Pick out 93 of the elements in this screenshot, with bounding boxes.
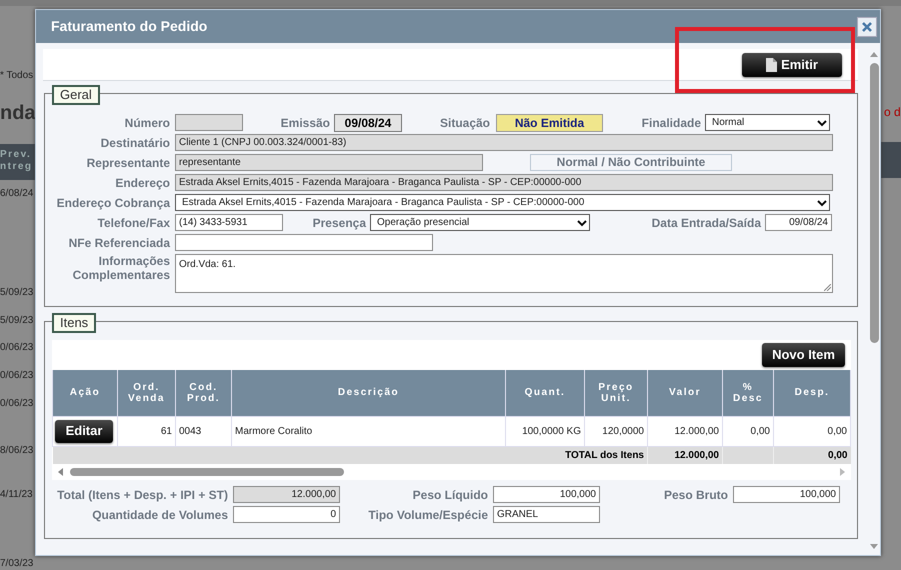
field-label: Endereço Cobrança: [56, 194, 170, 212]
total-cell: 0,00: [774, 446, 850, 464]
table-cell: 120,0000: [584, 416, 648, 446]
date-text: 5/09/23: [0, 314, 34, 328]
field-label: Peso Líquido: [412, 486, 488, 504]
text-area[interactable]: Ord.Vda: 61.: [175, 254, 833, 293]
select-field[interactable]: Normal: [705, 114, 830, 131]
field-label: Destinatário: [100, 134, 170, 152]
field-label: Presença: [312, 214, 366, 232]
input-field[interactable]: 0: [233, 506, 340, 523]
scroll-left-icon: [58, 468, 63, 476]
scrollbar-thumb[interactable]: [70, 468, 344, 476]
chevron-down-icon: [817, 198, 827, 206]
scrollbar-thumb[interactable]: [870, 63, 878, 343]
page-heading: nda: [0, 102, 36, 124]
close-button[interactable]: [857, 16, 877, 36]
field-label: Quantidade de Volumes: [92, 506, 228, 524]
input-field[interactable]: 09/08/24: [765, 214, 832, 231]
column-header: Quant.: [524, 387, 566, 398]
table-cell: 0,00: [774, 416, 850, 446]
field-label: NFe Referenciada: [68, 234, 170, 252]
input-field[interactable]: (14) 3433-5931: [175, 214, 283, 231]
input-field[interactable]: [175, 114, 243, 131]
date-value: 09/08/24: [334, 114, 402, 132]
column-header: Valor: [669, 387, 701, 398]
total-label: TOTAL dos Itens: [52, 446, 648, 464]
input-field[interactable]: Estrada Aksel Ernits,4015 - Fazenda Marajoara - Braganca Paulista - SP - CEP:00000-000: [175, 174, 833, 191]
field-label: Telefone/Fax: [98, 214, 170, 232]
date-text: 6/08/24: [0, 187, 34, 201]
date-text: 4/11/23: [0, 488, 33, 502]
column-header: Desp.: [794, 387, 830, 398]
table-cell: 0,00: [722, 416, 774, 446]
header-bar: [880, 142, 901, 178]
field-label: Número: [124, 114, 170, 132]
header-text: Prev.: [0, 149, 32, 161]
table-cell: Marmore Coralito: [232, 416, 506, 446]
field-label: Endereço: [115, 174, 170, 192]
status-badge: Não Emitida: [496, 114, 603, 132]
date-text: 0/06/23: [0, 397, 34, 411]
chevron-down-icon: [817, 118, 827, 126]
column-header: Ação: [70, 387, 100, 398]
table-cell: 100,0000 KG: [506, 416, 584, 446]
chevron-down-icon: [577, 218, 587, 226]
field-label: Complementares: [72, 268, 170, 282]
field-label: Emissão: [280, 114, 330, 132]
column-header: Ord. Venda: [128, 382, 165, 404]
date-text: 8/06/23: [0, 444, 34, 458]
input-field[interactable]: 100,000: [493, 486, 600, 503]
input-field[interactable]: Cliente 1 (CNPJ 00.003.324/0001-83): [175, 134, 833, 151]
section-legend: Geral: [52, 85, 100, 105]
field-label: Informações: [98, 254, 170, 268]
header-text: ntreg: [0, 161, 34, 173]
select-field[interactable]: Estrada Aksel Ernits,4015 - Fazenda Marajoara - Braganca Paulista - SP - CEP:00000-000: [175, 194, 830, 211]
column-header: Cod. Prod.: [186, 382, 220, 404]
date-text: 5/09/23: [0, 286, 34, 300]
new-item-button[interactable]: Novo Item: [762, 343, 845, 367]
column-header: % Desc: [733, 382, 763, 404]
date-text: 0/06/23: [0, 341, 34, 355]
column-header: Preço Unit.: [598, 382, 634, 404]
input-field[interactable]: [175, 234, 433, 251]
input-field[interactable]: 12.000,00: [233, 486, 340, 503]
field-label: Representante: [86, 154, 170, 172]
edit-button[interactable]: Editar: [55, 420, 113, 442]
scroll-down-icon: [870, 544, 878, 549]
resize-handle-icon: [824, 284, 831, 291]
table-cell: [722, 446, 774, 464]
select-field[interactable]: Operação presencial: [370, 214, 590, 231]
date-text: 7/03/23: [0, 557, 34, 570]
emit-button[interactable]: Emitir: [742, 52, 842, 76]
table-cell: 0043: [176, 416, 232, 446]
scroll-up-icon: [870, 52, 878, 57]
page-text: o d: [884, 105, 901, 119]
input-field[interactable]: representante: [175, 154, 483, 171]
close-icon: [862, 22, 872, 32]
input-field[interactable]: 100,000: [733, 486, 840, 503]
field-label: Data Entrada/Saída: [652, 214, 761, 232]
filter-label: * Todos: [0, 70, 34, 81]
field-label: Finalidade: [642, 114, 701, 132]
field-label: Situação: [440, 114, 490, 132]
field-label: Total (Itens + Desp. + IPI + ST): [57, 486, 228, 504]
scroll-right-icon: [840, 468, 845, 476]
column-header: Descrição: [338, 387, 400, 398]
document-icon: [766, 58, 778, 72]
date-text: 0/06/23: [0, 369, 34, 383]
tax-status-box: Normal / Não Contribuinte: [530, 154, 732, 171]
field-label: Tipo Volume/Espécie: [368, 506, 488, 524]
table-cell: 61: [118, 416, 176, 446]
table-cell: 12.000,00: [648, 416, 722, 446]
total-cell: 12.000,00: [648, 446, 722, 464]
dialog-title: Faturamento do Pedido: [51, 17, 208, 36]
section-legend: Itens: [52, 313, 96, 333]
field-label: Peso Bruto: [664, 486, 728, 504]
input-field[interactable]: GRANEL: [493, 506, 600, 523]
